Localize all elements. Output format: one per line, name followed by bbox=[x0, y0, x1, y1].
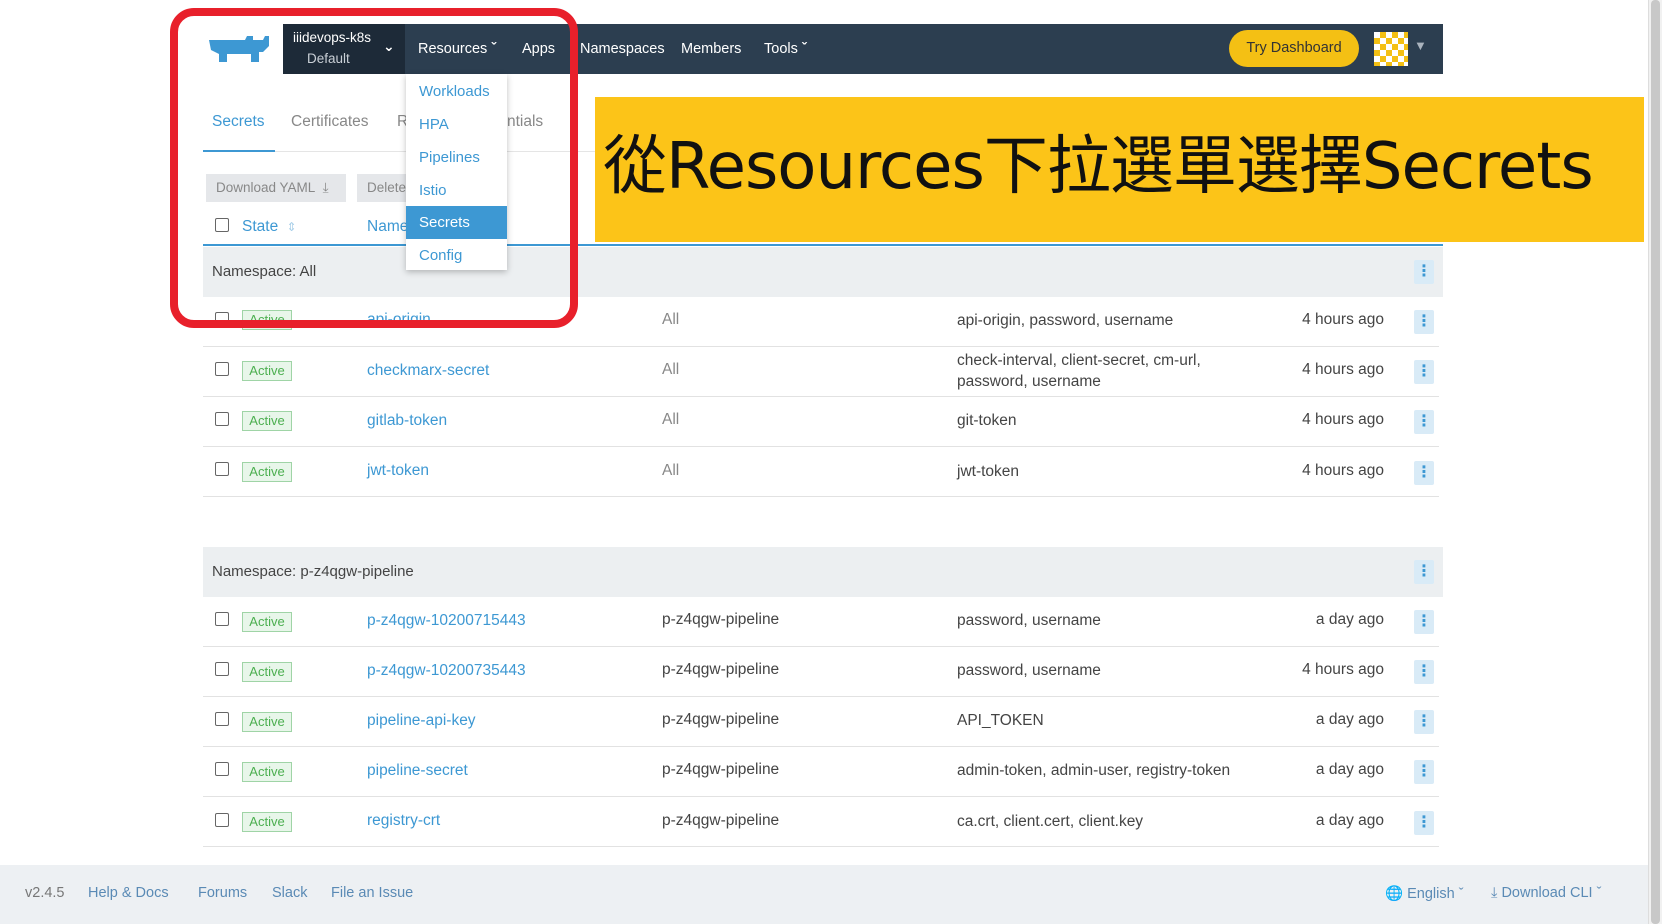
status-badge: Active bbox=[242, 612, 292, 632]
row-checkbox[interactable] bbox=[215, 612, 229, 626]
status-badge: Active bbox=[242, 462, 292, 482]
keys-cell: admin-token, admin-user, registry-token bbox=[957, 762, 1231, 779]
footer-link-file-issue[interactable]: File an Issue bbox=[331, 885, 413, 901]
age-cell: 4 hours ago bbox=[1302, 462, 1384, 479]
row-checkbox[interactable] bbox=[215, 712, 229, 726]
download-icon: ⤓ bbox=[1491, 885, 1498, 901]
age-cell: 4 hours ago bbox=[1302, 361, 1384, 378]
namespace-label: Namespace: p-z4qgw-pipeline bbox=[212, 563, 414, 580]
chevron-down-icon: ˇ bbox=[1458, 886, 1464, 902]
secret-name-link[interactable]: gitlab-token bbox=[367, 412, 447, 430]
status-badge: Active bbox=[242, 411, 292, 431]
user-avatar[interactable] bbox=[1374, 32, 1408, 66]
age-cell: a day ago bbox=[1315, 761, 1384, 778]
download-cli-menu[interactable]: ⤓ Download CLI ˇ bbox=[1491, 885, 1601, 901]
instruction-callout: 從Resources下拉選單選擇Secrets bbox=[595, 97, 1644, 242]
footer-link-slack[interactable]: Slack bbox=[272, 885, 307, 901]
kebab-menu-icon[interactable]: ⋮ bbox=[1414, 610, 1434, 634]
secret-name-link[interactable]: p-z4qgw-10200715443 bbox=[367, 612, 526, 630]
status-badge: Active bbox=[242, 762, 292, 782]
chevron-down-icon: ˇ bbox=[1596, 885, 1602, 901]
table-row: Active jwt-token All jwt-token 4 hours a… bbox=[203, 447, 1439, 497]
age-cell: a day ago bbox=[1315, 611, 1384, 628]
secret-name-link[interactable]: pipeline-secret bbox=[367, 762, 468, 780]
nav-members[interactable]: Members bbox=[681, 24, 741, 74]
keys-cell: jwt-token bbox=[957, 463, 1020, 480]
kebab-menu-icon[interactable]: ⋮ bbox=[1414, 560, 1434, 584]
namespace-cell: p-z4qgw-pipeline bbox=[662, 711, 780, 728]
kebab-menu-icon[interactable]: ⋮ bbox=[1414, 760, 1434, 784]
row-checkbox[interactable] bbox=[215, 412, 229, 426]
secret-name-link[interactable]: registry-crt bbox=[367, 812, 440, 830]
chevron-down-icon[interactable]: ▼ bbox=[1414, 38, 1427, 53]
namespace-cell: All bbox=[662, 411, 680, 428]
instruction-text: 從Resources下拉選單選擇Secrets bbox=[603, 130, 1594, 204]
keys-cell: API_TOKEN bbox=[957, 712, 1044, 729]
keys-cell: git-token bbox=[957, 412, 1017, 429]
kebab-menu-icon[interactable]: ⋮ bbox=[1414, 710, 1434, 734]
language-selector[interactable]: 🌐 English ˇ bbox=[1385, 885, 1464, 902]
secret-name-link[interactable]: jwt-token bbox=[367, 462, 429, 480]
namespace-cell: p-z4qgw-pipeline bbox=[662, 611, 780, 628]
status-badge: Active bbox=[242, 812, 292, 832]
table-row: Active pipeline-api-key p-z4qgw-pipeline… bbox=[203, 697, 1439, 747]
keys-cell: password, username bbox=[957, 612, 1101, 629]
kebab-menu-icon[interactable]: ⋮ bbox=[1414, 461, 1434, 485]
kebab-menu-icon[interactable]: ⋮ bbox=[1414, 660, 1434, 684]
row-checkbox[interactable] bbox=[215, 762, 229, 776]
footer-link-forums[interactable]: Forums bbox=[198, 885, 247, 901]
age-cell: a day ago bbox=[1315, 711, 1384, 728]
secret-name-link[interactable]: p-z4qgw-10200735443 bbox=[367, 662, 526, 680]
namespace-cell: p-z4qgw-pipeline bbox=[662, 761, 780, 778]
keys-cell: check-interval, client-secret, cm-url, p… bbox=[957, 352, 1201, 390]
namespace-group-header: Namespace: p-z4qgw-pipeline ⋮ bbox=[203, 547, 1443, 597]
vertical-scrollbar[interactable] bbox=[1648, 0, 1662, 924]
kebab-menu-icon[interactable]: ⋮ bbox=[1414, 410, 1434, 434]
kebab-menu-icon[interactable]: ⋮ bbox=[1414, 360, 1434, 384]
secret-name-link[interactable]: pipeline-api-key bbox=[367, 712, 476, 730]
age-cell: a day ago bbox=[1315, 812, 1384, 829]
row-checkbox[interactable] bbox=[215, 662, 229, 676]
row-checkbox[interactable] bbox=[215, 462, 229, 476]
row-checkbox[interactable] bbox=[215, 362, 229, 376]
table-row: Active p-z4qgw-10200715443 p-z4qgw-pipel… bbox=[203, 597, 1439, 647]
age-cell: 4 hours ago bbox=[1302, 661, 1384, 678]
namespace-cell: All bbox=[662, 311, 680, 328]
age-cell: 4 hours ago bbox=[1302, 411, 1384, 428]
table-row: Active gitlab-token All git-token 4 hour… bbox=[203, 397, 1439, 447]
keys-cell: password, username bbox=[957, 662, 1101, 679]
status-badge: Active bbox=[242, 712, 292, 732]
namespace-cell: All bbox=[662, 462, 680, 479]
row-checkbox[interactable] bbox=[215, 813, 229, 827]
nav-tools[interactable]: Tools ˇ bbox=[764, 24, 807, 74]
version-label: v2.4.5 bbox=[25, 885, 65, 901]
status-badge: Active bbox=[242, 662, 292, 682]
status-badge: Active bbox=[242, 361, 292, 381]
globe-icon: 🌐 bbox=[1385, 886, 1404, 902]
namespace-cell: p-z4qgw-pipeline bbox=[662, 661, 780, 678]
table-row: Active p-z4qgw-10200735443 p-z4qgw-pipel… bbox=[203, 647, 1439, 697]
namespace-cell: p-z4qgw-pipeline bbox=[662, 812, 780, 829]
secret-name-link[interactable]: checkmarx-secret bbox=[367, 362, 489, 380]
kebab-menu-icon[interactable]: ⋮ bbox=[1414, 260, 1434, 284]
highlight-box bbox=[170, 8, 578, 328]
table-row: Active checkmarx-secret All check-interv… bbox=[203, 347, 1439, 397]
keys-cell: api-origin, password, username bbox=[957, 312, 1174, 329]
nav-namespaces[interactable]: Namespaces bbox=[580, 24, 665, 74]
try-dashboard-button[interactable]: Try Dashboard bbox=[1229, 30, 1359, 67]
kebab-menu-icon[interactable]: ⋮ bbox=[1414, 310, 1434, 334]
chevron-down-icon: ˇ bbox=[801, 41, 807, 57]
age-cell: 4 hours ago bbox=[1302, 311, 1384, 328]
namespace-cell: All bbox=[662, 361, 680, 378]
keys-cell: ca.crt, client.cert, client.key bbox=[957, 813, 1144, 830]
kebab-menu-icon[interactable]: ⋮ bbox=[1414, 811, 1434, 835]
table-row: Active pipeline-secret p-z4qgw-pipeline … bbox=[203, 747, 1439, 797]
footer-link-help-docs[interactable]: Help & Docs bbox=[88, 885, 169, 901]
table-row: Active registry-crt p-z4qgw-pipeline ca.… bbox=[203, 797, 1439, 847]
